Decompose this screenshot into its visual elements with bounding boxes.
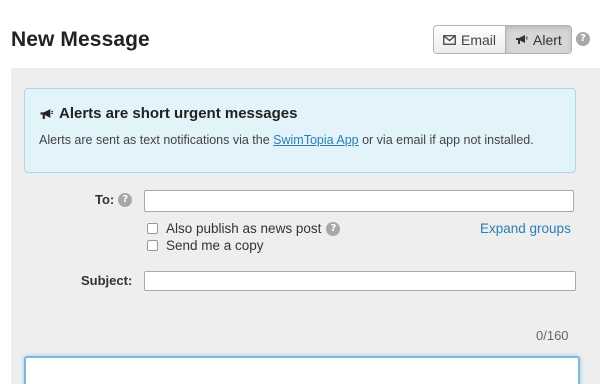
info-title: Alerts are short urgent messages [39,105,297,122]
info-title-text: Alerts are short urgent messages [59,105,298,122]
publish-news-row: Also publish as news post ? [147,221,341,236]
email-mode-button[interactable]: Email [434,26,506,53]
send-copy-checkbox[interactable] [147,240,158,251]
alert-mode-label: Alert [533,31,562,48]
compose-panel: Alerts are short urgent messages Alerts … [11,68,600,384]
envelope-icon [443,34,456,45]
email-mode-label: Email [461,31,497,48]
subject-input[interactable] [144,271,576,291]
subject-label: Subject: [81,273,133,288]
help-icon[interactable]: ? [118,192,133,207]
info-description: Alerts are sent as text notifications vi… [39,133,534,147]
to-label-group: To: ? [95,192,133,207]
to-label: To: [95,192,115,207]
page-title: New Message [11,28,150,51]
alert-mode-button[interactable]: Alert [505,26,571,53]
to-input[interactable] [144,190,574,212]
megaphone-icon [39,108,54,120]
message-textarea[interactable] [24,356,580,384]
help-icon[interactable]: ? [576,32,590,46]
message-type-toggle: Email Alert [433,25,572,54]
send-copy-label: Send me a copy [166,238,264,253]
info-text-after: or via email if app not installed. [358,133,534,147]
info-text-before: Alerts are sent as text notifications vi… [39,133,274,147]
megaphone-icon [515,34,528,45]
publish-news-checkbox[interactable] [147,223,158,234]
alert-info-box: Alerts are short urgent messages Alerts … [24,88,576,173]
swimtopia-app-link[interactable]: SwimTopia App [273,133,358,147]
send-copy-row: Send me a copy [147,238,264,253]
character-counter: 0/160 [536,328,569,343]
publish-news-label: Also publish as news post [166,221,322,236]
help-icon[interactable]: ? [326,221,341,236]
expand-groups-link[interactable]: Expand groups [480,221,571,236]
